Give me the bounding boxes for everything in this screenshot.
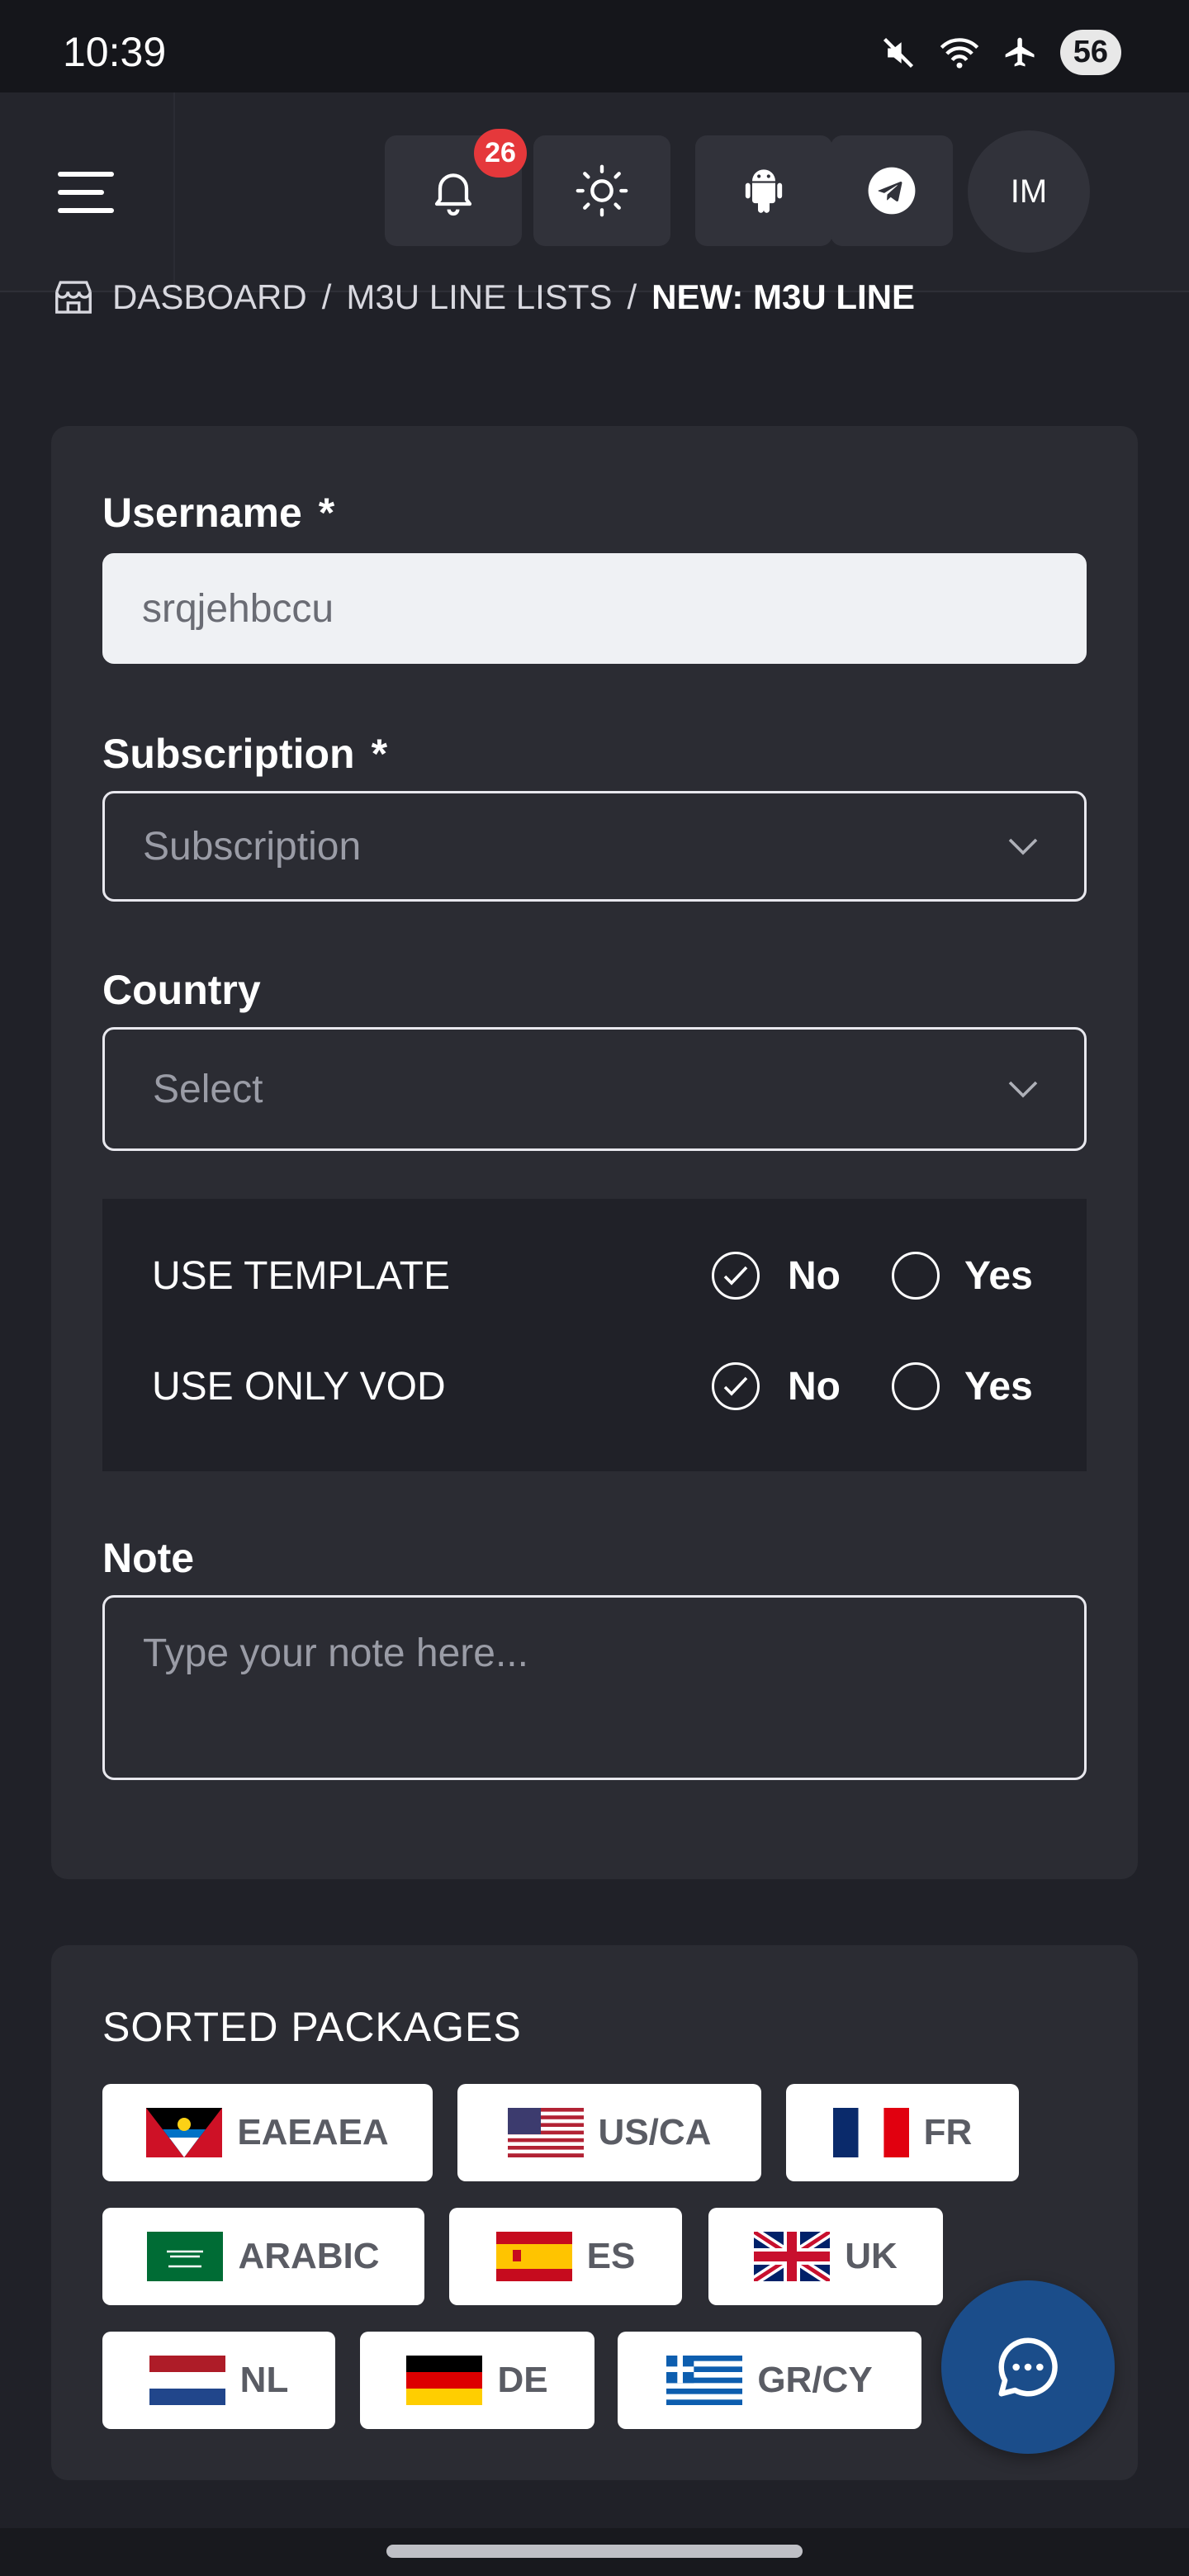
android-icon (745, 169, 783, 213)
home-indicator[interactable] (386, 2545, 803, 2558)
airplane-icon (1005, 37, 1035, 66)
package-uk-button[interactable]: UK (708, 2208, 943, 2305)
country-label: Country (102, 967, 261, 1013)
antigua-barbuda-flag-icon (146, 2108, 223, 2157)
use-template-no-label: No (788, 1254, 841, 1298)
package-arabic-button[interactable]: ARABIC (102, 2208, 424, 2305)
use-only-vod-yes-radio[interactable] (892, 1362, 940, 1410)
use-only-vod-label: USE ONLY VOD (152, 1365, 446, 1409)
status-icons: 56 (880, 30, 1121, 75)
chevron-down-icon (1008, 838, 1038, 855)
status-time: 10:39 (63, 29, 167, 75)
use-template-yes-label: Yes (964, 1254, 1033, 1298)
status-bar: 10:39 56 (0, 0, 1189, 92)
theme-toggle-button[interactable] (533, 135, 670, 246)
chat-icon (998, 2337, 1058, 2397)
germany-flag-icon (406, 2356, 483, 2405)
battery-indicator: 56 (1059, 30, 1121, 75)
use-only-vod-no-label: No (788, 1365, 841, 1409)
mute-icon (883, 37, 913, 68)
sun-icon (576, 164, 628, 217)
menu-icon[interactable] (58, 172, 114, 213)
breadcrumb-separator: / (321, 277, 332, 316)
france-flag-icon (832, 2108, 909, 2157)
line-form-card: Username * srqjehbccu Subscription * Subsc… (51, 426, 1138, 1879)
use-template-yes-radio[interactable] (892, 1252, 940, 1300)
usa-flag-icon (507, 2108, 584, 2157)
netherlands-flag-icon (149, 2356, 225, 2405)
check-icon (723, 1376, 748, 1396)
wifi-icon (940, 37, 978, 69)
chat-button[interactable] (941, 2280, 1115, 2454)
package-fr-button[interactable]: FR (786, 2084, 1019, 2181)
package-es-button[interactable]: ES (449, 2208, 682, 2305)
use-template-no-radio[interactable] (712, 1252, 760, 1300)
package-us-ca-button[interactable]: US/CA (457, 2084, 761, 2181)
bell-icon (434, 173, 472, 216)
notification-badge: 26 (474, 129, 527, 178)
package-nl-button[interactable]: NL (102, 2332, 335, 2429)
breadcrumb-line-lists[interactable]: M3U LINE LISTS (346, 277, 612, 317)
header-divider (173, 92, 175, 291)
app-header: 26 IM (0, 92, 1189, 292)
username-input[interactable]: srqjehbccu (102, 553, 1087, 664)
use-only-vod-yes-label: Yes (964, 1365, 1033, 1409)
country-select[interactable]: Select (102, 1027, 1087, 1151)
uk-flag-icon (754, 2232, 831, 2281)
greece-flag-icon (666, 2356, 743, 2405)
note-textarea[interactable]: Type your note here... (102, 1595, 1087, 1780)
breadcrumb-dashboard[interactable]: DASBOARD (112, 277, 307, 317)
package-de-button[interactable]: DE (360, 2332, 594, 2429)
check-icon (723, 1266, 748, 1286)
telegram-icon (868, 167, 916, 215)
country-placeholder: Select (153, 1067, 263, 1111)
breadcrumb: DASBOARD / M3U LINE LISTS / NEW: M3U LIN… (51, 274, 915, 320)
telegram-button[interactable] (831, 135, 953, 246)
saudi-arabia-flag-icon (147, 2232, 224, 2281)
breadcrumb-separator: / (627, 277, 637, 316)
shop-icon (55, 281, 92, 314)
package-gr-cy-button[interactable]: GR/CY (618, 2332, 921, 2429)
breadcrumb-current: NEW: M3U LINE (651, 277, 916, 316)
note-placeholder: Type your note here... (143, 1631, 528, 1675)
spain-flag-icon (495, 2232, 572, 2281)
note-label: Note (102, 1535, 195, 1581)
user-avatar[interactable]: IM (968, 130, 1090, 253)
options-panel: USE TEMPLATE No Yes USE ONLY VOD No Yes (102, 1199, 1087, 1471)
username-label: Username * (102, 490, 335, 536)
package-eaeaea-button[interactable]: EAEAEA (102, 2084, 433, 2181)
android-app-button[interactable] (695, 135, 832, 246)
sorted-packages-title: SORTED PACKAGES (102, 2004, 522, 2050)
use-template-label: USE TEMPLATE (152, 1254, 450, 1298)
subscription-label: Subscription * (102, 731, 388, 777)
subscription-placeholder: Subscription (143, 824, 362, 869)
notifications-button[interactable]: 26 (385, 129, 527, 246)
use-only-vod-no-radio[interactable] (712, 1362, 760, 1410)
subscription-select[interactable]: Subscription (102, 791, 1087, 902)
chevron-down-icon (1008, 1081, 1038, 1098)
